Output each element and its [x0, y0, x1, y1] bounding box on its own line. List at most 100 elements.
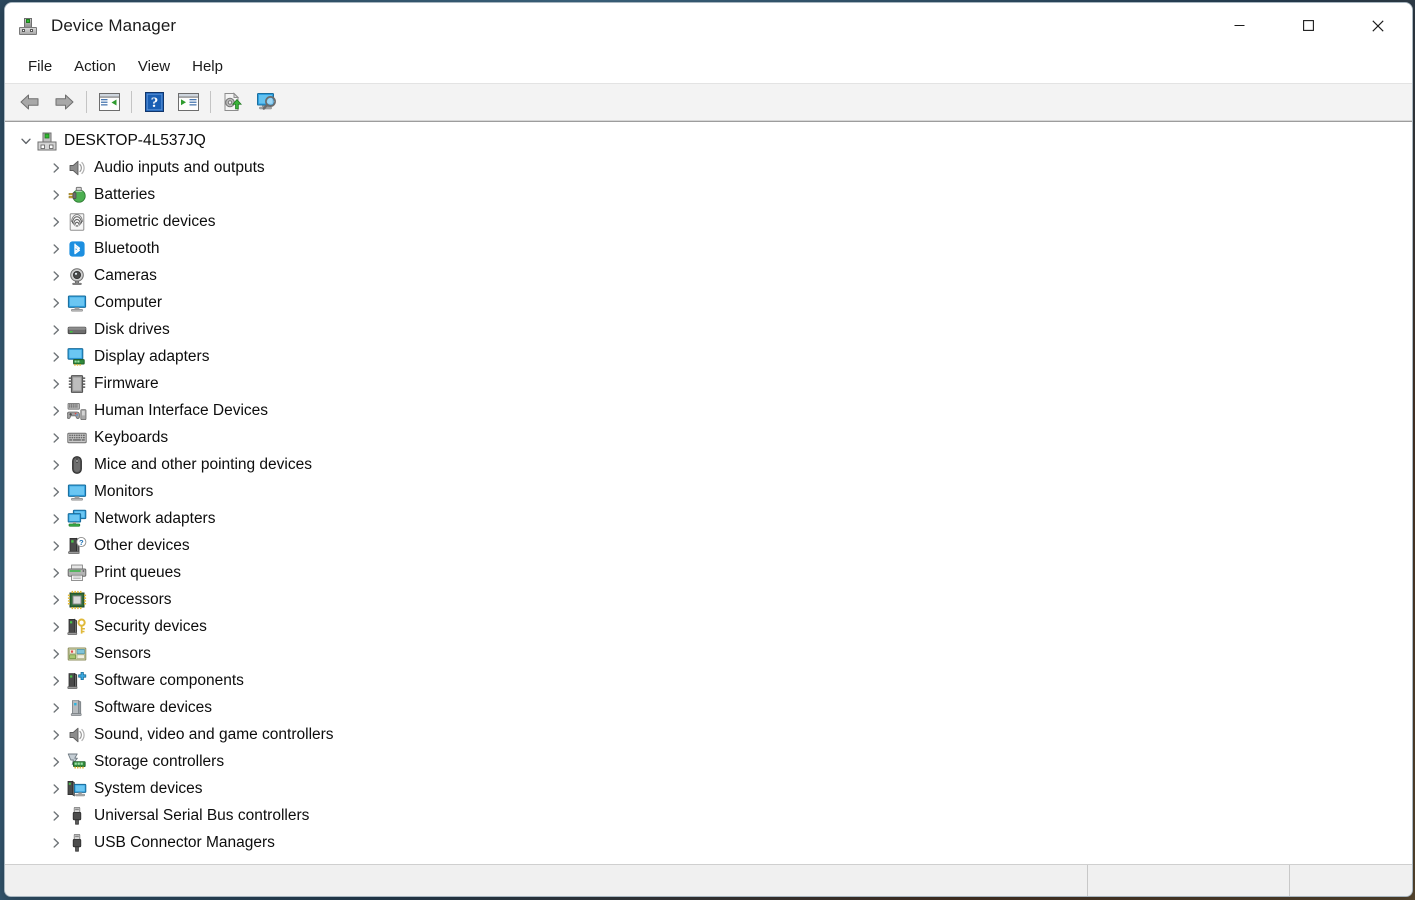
toolbar-separator-1	[86, 91, 87, 113]
device-manager-window: Device Manager File Action View Help ? D…	[4, 2, 1413, 897]
forward-arrow-icon	[55, 94, 74, 110]
window-title: Device Manager	[51, 16, 177, 35]
tree-row-human-interface-devices[interactable]: Human Interface Devices	[5, 397, 1412, 424]
status-panel-3	[1290, 865, 1412, 896]
tree-row-storage-controllers[interactable]: Storage controllers	[5, 748, 1412, 775]
update-driver-icon	[224, 91, 242, 111]
tree-node-label: Monitors	[94, 482, 154, 500]
back-arrow-icon	[20, 94, 39, 110]
tree-node-label: Network adapters	[94, 509, 216, 527]
unknown-device-icon: ?	[67, 536, 87, 556]
tree-node-label: Universal Serial Bus controllers	[94, 806, 310, 824]
chevron-right-icon[interactable]	[45, 265, 67, 287]
chevron-right-icon[interactable]	[45, 481, 67, 503]
chevron-right-icon[interactable]	[45, 697, 67, 719]
back-button[interactable]	[13, 87, 47, 117]
mouse-icon	[67, 455, 87, 475]
tree-row-root[interactable]: DESKTOP-4L537JQ	[5, 127, 1412, 154]
chevron-right-icon[interactable]	[45, 832, 67, 854]
update-driver-button[interactable]	[216, 87, 250, 117]
tree-node-label: Other devices	[94, 536, 190, 554]
chevron-right-icon[interactable]	[45, 643, 67, 665]
chevron-right-icon[interactable]	[45, 346, 67, 368]
menu-item-file[interactable]: File	[17, 55, 63, 78]
tree-row-other-devices[interactable]: ? Other devices	[5, 532, 1412, 559]
chevron-right-icon[interactable]	[45, 184, 67, 206]
tree-row-sensors[interactable]: Sensors	[5, 640, 1412, 667]
tree-row-cameras[interactable]: Cameras	[5, 262, 1412, 289]
device-tree[interactable]: DESKTOP-4L537JQ Audio inputs and outputs…	[5, 121, 1412, 864]
forward-button[interactable]	[47, 87, 81, 117]
chevron-right-icon[interactable]	[45, 292, 67, 314]
chevron-right-icon[interactable]	[45, 616, 67, 638]
chevron-right-icon[interactable]	[45, 454, 67, 476]
chevron-right-icon[interactable]	[45, 427, 67, 449]
tree-node-label: Software components	[94, 671, 244, 689]
help-question-icon: ?	[144, 92, 164, 112]
tree-row-system-devices[interactable]: System devices	[5, 775, 1412, 802]
chevron-right-icon[interactable]	[45, 805, 67, 827]
tree-row-disk-drives[interactable]: Disk drives	[5, 316, 1412, 343]
chevron-right-icon[interactable]	[45, 211, 67, 233]
tree-row-firmware[interactable]: Firmware	[5, 370, 1412, 397]
hid-gamepad-icon	[67, 401, 87, 421]
properties-button[interactable]	[171, 87, 205, 117]
chevron-right-icon[interactable]	[45, 670, 67, 692]
tree-row-sound-video-and-game-controllers[interactable]: Sound, video and game controllers	[5, 721, 1412, 748]
chevron-right-icon[interactable]	[45, 778, 67, 800]
tree-row-display-adapters[interactable]: Display adapters	[5, 343, 1412, 370]
menu-item-view[interactable]: View	[127, 55, 181, 78]
title-bar[interactable]: Device Manager	[5, 3, 1412, 49]
tree-node-label: Disk drives	[94, 320, 170, 338]
chevron-right-icon[interactable]	[45, 589, 67, 611]
chevron-right-icon[interactable]	[45, 238, 67, 260]
close-button[interactable]	[1343, 3, 1412, 48]
chevron-right-icon[interactable]	[45, 157, 67, 179]
chevron-right-icon[interactable]	[45, 508, 67, 530]
minimize-button[interactable]	[1205, 3, 1274, 48]
status-bar	[5, 864, 1412, 896]
chevron-right-icon[interactable]	[45, 373, 67, 395]
tree-row-mice-and-other-pointing-devices[interactable]: Mice and other pointing devices	[5, 451, 1412, 478]
tree-node-label: Bluetooth	[94, 239, 160, 257]
tree-children: Audio inputs and outputs Batteries Biometr…	[5, 154, 1412, 856]
chevron-right-icon[interactable]	[45, 562, 67, 584]
tree-row-audio-inputs-and-outputs[interactable]: Audio inputs and outputs	[5, 154, 1412, 181]
minimize-icon	[1234, 24, 1245, 27]
show-hide-console-tree-button[interactable]	[92, 87, 126, 117]
tree-node-label: Audio inputs and outputs	[94, 158, 265, 176]
chevron-right-icon[interactable]	[45, 751, 67, 773]
maximize-button[interactable]	[1274, 3, 1343, 48]
tree-row-usb-connector-managers[interactable]: USB Connector Managers	[5, 829, 1412, 856]
help-button[interactable]: ?	[137, 87, 171, 117]
chevron-down-icon[interactable]	[15, 130, 37, 152]
tree-row-universal-serial-bus-controllers[interactable]: Universal Serial Bus controllers	[5, 802, 1412, 829]
bluetooth-icon	[67, 239, 87, 259]
toolbar-separator-3	[210, 91, 211, 113]
chevron-right-icon[interactable]	[45, 319, 67, 341]
tree-row-network-adapters[interactable]: Network adapters	[5, 505, 1412, 532]
tree-node-label: Firmware	[94, 374, 159, 392]
tree-row-computer[interactable]: Computer	[5, 289, 1412, 316]
tree-row-software-devices[interactable]: Software devices	[5, 694, 1412, 721]
chevron-right-icon[interactable]	[45, 535, 67, 557]
monitor-icon	[67, 482, 87, 502]
tree-row-keyboards[interactable]: Keyboards	[5, 424, 1412, 451]
tree-node-label: Processors	[94, 590, 172, 608]
tree-row-software-components[interactable]: Software components	[5, 667, 1412, 694]
tree-row-security-devices[interactable]: Security devices	[5, 613, 1412, 640]
chevron-right-icon[interactable]	[45, 724, 67, 746]
tree-node-label: Display adapters	[94, 347, 210, 365]
tree-row-batteries[interactable]: Batteries	[5, 181, 1412, 208]
tree-row-monitors[interactable]: Monitors	[5, 478, 1412, 505]
chevron-right-icon[interactable]	[45, 400, 67, 422]
tree-row-biometric-devices[interactable]: Biometric devices	[5, 208, 1412, 235]
usb-icon	[67, 806, 87, 826]
title-bar-left: Device Manager	[5, 16, 176, 36]
menu-item-help[interactable]: Help	[181, 55, 234, 78]
menu-item-action[interactable]: Action	[63, 55, 127, 78]
scan-hardware-changes-button[interactable]	[250, 87, 284, 117]
tree-row-print-queues[interactable]: Print queues	[5, 559, 1412, 586]
tree-row-processors[interactable]: Processors	[5, 586, 1412, 613]
tree-row-bluetooth[interactable]: Bluetooth	[5, 235, 1412, 262]
